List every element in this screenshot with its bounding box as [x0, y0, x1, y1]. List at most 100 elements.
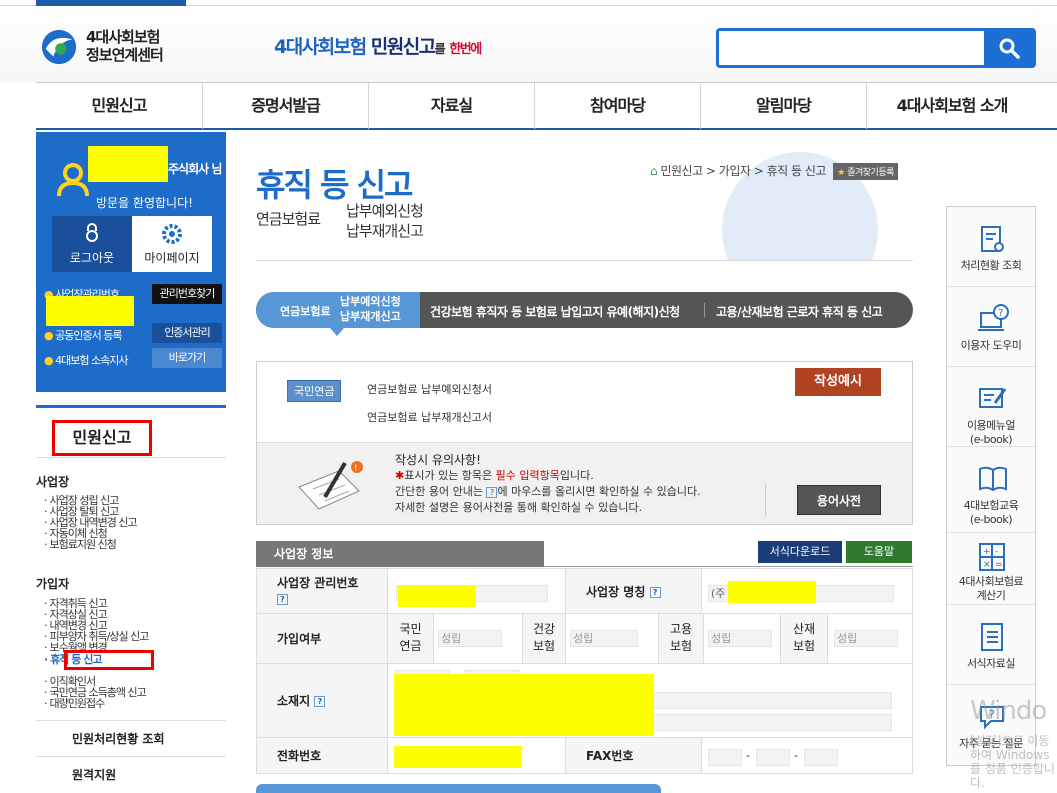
tab-bar: 연금보험료 납부예외신청 납부재개신고 건강보험 휴직자 등 보험료 납입고지 유…	[256, 292, 913, 328]
search-icon	[999, 38, 1020, 59]
tab-employment[interactable]: 고용/산재보험 근로자 휴직 등 신고	[716, 303, 883, 320]
group-business[interactable]: 사업장	[36, 473, 69, 490]
logout-label: 로그아웃	[69, 251, 115, 265]
help-icon[interactable]: ?	[649, 586, 661, 598]
nav-item[interactable]: 대량민원접수	[44, 698, 106, 709]
quick-manual[interactable]: 이용메뉴얼 (e-book)	[947, 367, 1035, 447]
ins-pension-label: 국민 연금	[388, 614, 434, 663]
left-nav: 민원신고	[36, 405, 226, 457]
login-box: 주식회사 님 방문을 환영합니다! 로그아웃 마이페이지 ● 사업장관리번호 관…	[36, 132, 226, 392]
help-icon[interactable]: ?	[277, 594, 288, 605]
nav-status-lookup[interactable]: 민원처리현황 조회	[36, 720, 226, 756]
notice-line2: 간단한 용어 안내는 ? 에 마우스를 올리시면 확인하실 수 있습니다.	[395, 483, 701, 499]
nav-certificate[interactable]: 증명서발급	[203, 83, 369, 129]
laptop-help-icon: ?	[978, 304, 1009, 331]
dictionary-button[interactable]: 용어사전	[797, 485, 881, 515]
quick-calculator[interactable]: + - × = 4대사회보험료 계산기	[947, 533, 1035, 605]
activation-watermark-text: [설정]으로 이동하여 Windows를 정품 인증합니다.	[970, 734, 1055, 788]
nav-remote-support[interactable]: 원격지원	[36, 756, 226, 792]
company-suffix: 주식회사 님	[168, 162, 222, 176]
breadcrumb-text[interactable]: 민원신고 > 가입자 > 휴직 등 신고	[660, 164, 826, 178]
slogan: 4대사회보험 민원신고를 한번에	[274, 32, 482, 59]
mypage-label: 마이페이지	[144, 251, 200, 265]
breadcrumb: ⌂ 민원신고 > 가입자 > 휴직 등 신고 ★ 즐겨찾기등록	[650, 162, 898, 180]
table-row: 사업장 관리번호? 사업장 명칭 ? (주	[256, 568, 913, 614]
section-line	[544, 566, 913, 567]
favorite-button[interactable]: ★ 즐겨찾기등록	[833, 163, 898, 180]
label-text: 사업장 명칭	[586, 584, 646, 599]
logo-icon[interactable]	[40, 28, 78, 66]
notice-box: ! 작성시 유의사항! ✱표시가 있는 항목은 필수 입력항목입니다. 간단한 …	[257, 442, 912, 524]
quick-user-guide[interactable]: ? 이용자 도우미	[947, 287, 1035, 367]
search-input[interactable]	[723, 33, 985, 63]
notice-title: 작성시 유의사항!	[395, 453, 481, 467]
clipboard-search-icon	[981, 226, 1004, 252]
document-pen-icon: !	[298, 461, 363, 510]
mypage-button[interactable]: 마이페이지	[132, 216, 212, 272]
notice2-b: 에 마우스를 올리시면 확인하실 수 있습니다.	[497, 485, 701, 498]
table-row: 소재지 ?	[256, 663, 913, 738]
quick-manual-label: 이용메뉴얼 (e-book)	[966, 419, 1016, 446]
health-status-field[interactable]: 성립	[570, 630, 638, 647]
download-form-button[interactable]: 서식다운로드	[758, 541, 842, 563]
group-subscriber[interactable]: 가입자	[36, 575, 69, 592]
quick-cert: ● 공동인증서 등록	[44, 329, 122, 342]
nav-civil[interactable]: 민원신고	[36, 83, 203, 129]
slogan-d: 한번에	[449, 42, 482, 57]
nav-about[interactable]: 4대사회보험 소개	[867, 83, 1037, 129]
nav-item[interactable]: 보험료지원 신청	[44, 539, 117, 550]
home-icon[interactable]: ⌂	[650, 164, 658, 178]
logout-button[interactable]: 로그아웃	[52, 216, 132, 272]
slogan-b: 민원신고	[370, 36, 436, 58]
manual-edit-icon	[979, 388, 1007, 408]
business-info-table: 사업장 관리번호? 사업장 명칭 ? (주 가입여부 국민 연금 성립 건강 보…	[256, 568, 913, 774]
svg-text:×: ×	[983, 560, 990, 570]
notice2-a: 간단한 용어 안내는	[395, 485, 487, 498]
branch-go-button[interactable]: 바로가기	[152, 348, 222, 368]
search-button[interactable]	[984, 30, 1034, 66]
help-icon[interactable]: ?	[314, 696, 326, 707]
required-mark-icon: ✱	[395, 469, 405, 482]
notice1-a: 표시가 있는 항목은	[404, 469, 496, 482]
fax-field-1[interactable]	[708, 749, 742, 766]
sample-button[interactable]: 작성예시	[795, 368, 881, 396]
fax-field-2[interactable]	[756, 749, 790, 766]
tab-separator	[704, 303, 705, 317]
nav-participation[interactable]: 참여마당	[535, 83, 701, 129]
quick-status[interactable]: 처리현황 조회	[947, 207, 1035, 287]
accident-status-field[interactable]: 성립	[834, 630, 898, 647]
label-phone: 전화번호	[256, 737, 388, 774]
quick-education-label: 4대보험교육 (e-book)	[963, 499, 1019, 526]
nav-notice[interactable]: 알림마당	[701, 83, 867, 129]
form-doc-2[interactable]: 연금보험료 납부재개신고서	[367, 409, 492, 425]
form-doc-1[interactable]: 연금보험료 납부예외신청서	[367, 381, 492, 397]
form-info-box: 국민연금 연금보험료 납부예외신청서 연금보험료 납부재개신고서 작성예시 ! …	[256, 361, 913, 525]
business-number-cell	[387, 568, 566, 614]
find-number-button[interactable]: 관리번호찾기	[152, 284, 222, 304]
pension-status-field[interactable]: 성립	[438, 630, 502, 647]
employment-status-field[interactable]: 성립	[708, 630, 772, 647]
logo-text[interactable]: 4대사회보험 정보연계센터	[86, 28, 164, 64]
help-button[interactable]: 도움말	[846, 541, 912, 563]
label-text: 소재지	[277, 694, 311, 708]
login-buttons: 로그아웃 마이페이지	[52, 216, 212, 272]
tab-caret	[330, 328, 344, 336]
quick-calculator-label: 4대사회보험료 계산기	[958, 575, 1024, 602]
quick-forms[interactable]: 서식자료실	[947, 605, 1035, 685]
tab-pension-label: 납부예외신청 납부재개신고	[340, 294, 401, 324]
label-fax: FAX번호	[565, 737, 702, 774]
cert-manage-button[interactable]: 인증서관리	[152, 323, 222, 343]
tab-health[interactable]: 건강보험 휴직자 등 보험료 납입고지 유예(해지)신청	[430, 303, 680, 320]
ins-employment-label: 고용 보험	[658, 614, 704, 663]
quick-menu: 처리현황 조회 ? 이용자 도우미 이용메뉴얼 (e-book) 4대보험교육 …	[946, 206, 1036, 766]
fax-field-3[interactable]	[804, 749, 838, 766]
page-subtitle: 납부예외신청 납부재개신고	[346, 201, 424, 241]
redacted-company	[88, 146, 168, 182]
nav-library[interactable]: 자료실	[369, 83, 535, 129]
tab-pension[interactable]: 연금보험료 납부예외신청 납부재개신고	[256, 292, 420, 328]
quick-status-label: 처리현황 조회	[960, 259, 1022, 272]
left-nav-title[interactable]: 민원신고	[52, 420, 152, 456]
quick-education[interactable]: 4대보험교육 (e-book)	[947, 447, 1035, 533]
fax-dash-2: -	[794, 749, 798, 762]
header: 4대사회보험 정보연계센터 4대사회보험 민원신고를 한번에	[0, 6, 1057, 82]
